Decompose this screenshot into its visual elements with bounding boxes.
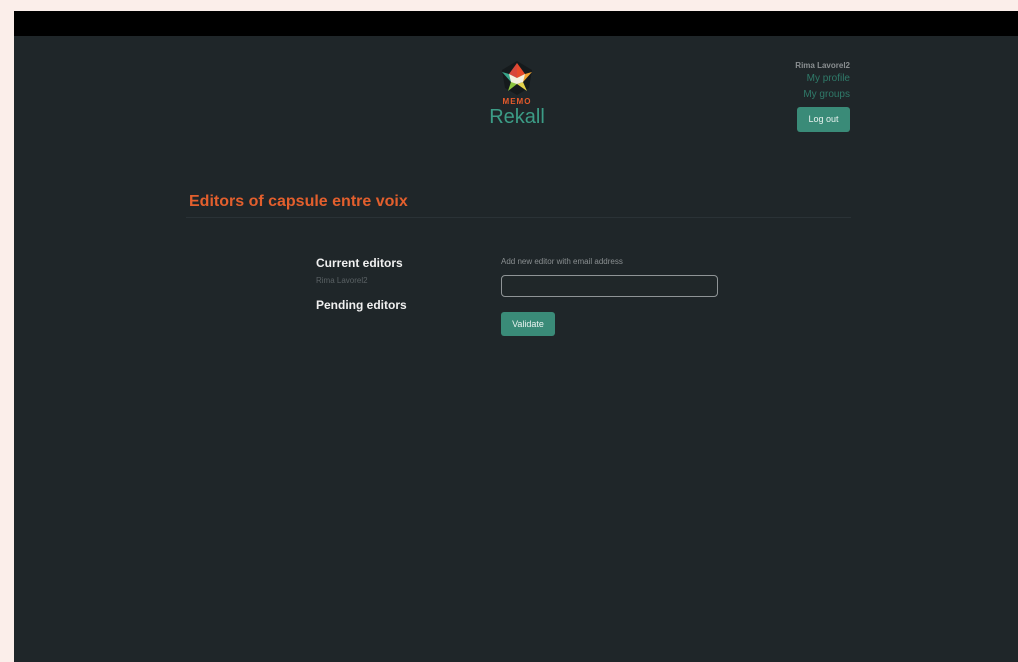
my-profile-link[interactable]: My profile: [730, 71, 850, 87]
logo-memo-text: MEMO: [502, 97, 532, 106]
add-editor-label: Add new editor with email address: [501, 257, 623, 266]
star-logo-icon: [502, 61, 532, 95]
title-divider: [186, 217, 851, 218]
logo-rekall-text: Rekall: [489, 106, 545, 128]
current-editors-heading: Current editors: [316, 256, 403, 270]
editor-email-input[interactable]: [501, 275, 718, 297]
add-editor-form: Add new editor with email address Valida…: [501, 257, 731, 336]
app-window: MEMO Rekall Rima Lavorel2 My profile My …: [14, 11, 1018, 662]
top-bar: [14, 11, 1018, 36]
page-title: Editors of capsule entre voix: [189, 193, 408, 210]
my-groups-link[interactable]: My groups: [730, 87, 850, 103]
current-editor-item: Rima Lavorel2: [316, 276, 368, 285]
memo-rekall-logo[interactable]: MEMO Rekall: [480, 60, 554, 128]
pending-editors-heading: Pending editors: [316, 298, 407, 312]
editors-panel: Current editors Rima Lavorel2 Pending ed…: [316, 256, 476, 312]
logout-button[interactable]: Log out: [797, 107, 850, 132]
validate-button[interactable]: Validate: [501, 312, 555, 336]
user-name: Rima Lavorel2: [795, 61, 850, 70]
user-menu: Rima Lavorel2 My profile My groups Log o…: [730, 60, 850, 132]
